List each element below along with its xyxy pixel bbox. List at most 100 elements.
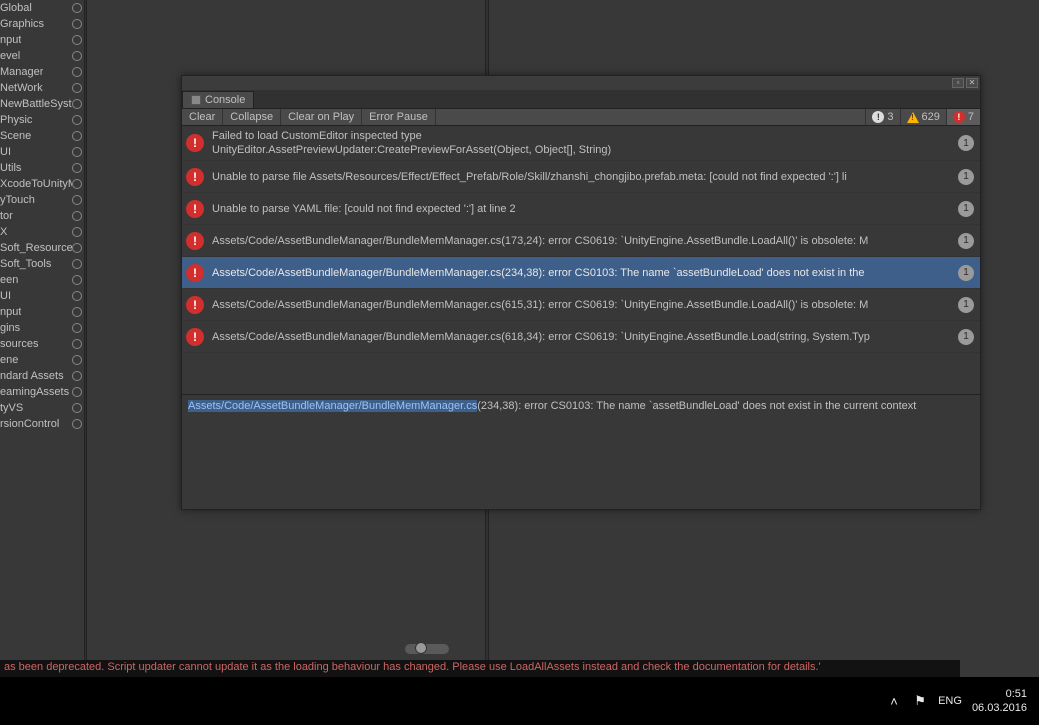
clear-button[interactable]: Clear <box>182 109 223 125</box>
sidebar-item[interactable]: een <box>0 272 84 288</box>
status-bar-error[interactable]: as been deprecated. Script updater canno… <box>0 660 960 677</box>
system-tray: ˄ ⚑ ENG 0:51 06.03.2016 <box>886 677 1039 725</box>
folder-state-icon <box>72 275 82 285</box>
sidebar-item-label: Utils <box>0 162 21 174</box>
error-icon: ! <box>186 328 204 346</box>
clock[interactable]: 0:51 06.03.2016 <box>972 687 1027 715</box>
info-icon: ! <box>872 111 884 123</box>
error-icon: ! <box>953 111 965 123</box>
console-entry[interactable]: !Unable to parse YAML file: [could not f… <box>182 193 980 225</box>
sidebar-item[interactable]: eamingAssets <box>0 384 84 400</box>
sidebar-item[interactable]: tyVS <box>0 400 84 416</box>
error-icon: ! <box>186 296 204 314</box>
warn-count-toggle[interactable]: 629 <box>900 109 946 125</box>
sidebar-item-label: een <box>0 274 18 286</box>
console-entry[interactable]: !Failed to load CustomEditor inspected t… <box>182 126 980 161</box>
console-tab-icon <box>191 95 201 105</box>
folder-state-icon <box>72 243 82 253</box>
windows-taskbar: ˄ ⚑ ENG 0:51 06.03.2016 <box>0 677 1039 725</box>
slider-knob[interactable] <box>415 642 427 654</box>
sidebar-item[interactable]: sources <box>0 336 84 352</box>
sidebar-item[interactable]: Scene <box>0 128 84 144</box>
info-count-toggle[interactable]: ! 3 <box>865 109 899 125</box>
console-entry[interactable]: !Assets/Code/AssetBundleManager/BundleMe… <box>182 257 980 289</box>
sidebar-item-label: Scene <box>0 130 31 142</box>
sidebar-item[interactable]: ndard Assets <box>0 368 84 384</box>
sidebar-item-label: Soft_Tools <box>0 258 51 270</box>
error-count-toggle[interactable]: ! 7 <box>946 109 980 125</box>
console-tabbar: Console <box>182 90 980 108</box>
folder-state-icon <box>72 371 82 381</box>
zoom-slider-area <box>89 640 482 660</box>
sidebar-item[interactable]: NewBattleSyste <box>0 96 84 112</box>
sidebar-item-label: NetWork <box>0 82 43 94</box>
tray-chevron-icon[interactable]: ˄ <box>886 693 902 709</box>
sidebar-item[interactable]: Soft_Resources <box>0 240 84 256</box>
sidebar-item[interactable]: Utils <box>0 160 84 176</box>
sidebar-item[interactable]: nput <box>0 32 84 48</box>
console-entry-text: Assets/Code/AssetBundleManager/BundleMem… <box>212 234 974 248</box>
sidebar-item-label: Graphics <box>0 18 44 30</box>
folder-state-icon <box>72 99 82 109</box>
console-entry-count: 1 <box>958 135 974 151</box>
folder-state-icon <box>72 3 82 13</box>
sidebar-item-label: rsionControl <box>0 418 59 430</box>
folder-state-icon <box>72 419 82 429</box>
folder-state-icon <box>72 51 82 61</box>
console-entry[interactable]: !Assets/Code/AssetBundleManager/BundleMe… <box>182 225 980 257</box>
folder-state-icon <box>72 403 82 413</box>
sidebar-item[interactable]: ene <box>0 352 84 368</box>
detail-rest: (234,38): error CS0103: The name `assetB… <box>477 400 916 412</box>
console-window-titlebar[interactable]: ▫ ✕ <box>182 76 980 90</box>
console-entry[interactable]: !Assets/Code/AssetBundleManager/BundleMe… <box>182 289 980 321</box>
collapse-button[interactable]: Collapse <box>223 109 281 125</box>
error-pause-button[interactable]: Error Pause <box>362 109 436 125</box>
console-entry[interactable]: ! Assets/Code/AssetBundleManager/BundleMe… <box>182 321 980 353</box>
tray-flag-icon[interactable]: ⚑ <box>912 693 928 709</box>
vertical-divider[interactable] <box>84 0 87 660</box>
sidebar-item-label: X <box>0 226 7 238</box>
error-icon: ! <box>186 168 204 186</box>
sidebar-item[interactable]: Soft_Tools <box>0 256 84 272</box>
warn-count: 629 <box>922 111 940 123</box>
sidebar-item[interactable]: Manager <box>0 64 84 80</box>
sidebar-item[interactable]: yTouch <box>0 192 84 208</box>
sidebar-item[interactable]: Graphics <box>0 16 84 32</box>
sidebar-item-label: Manager <box>0 66 43 78</box>
sidebar-item-label: NewBattleSyste <box>0 98 72 110</box>
console-tab[interactable]: Console <box>182 91 254 108</box>
sidebar-item[interactable]: rsionControl <box>0 416 84 432</box>
sidebar-item[interactable]: UI <box>0 144 84 160</box>
sidebar-item-label: Soft_Resources <box>0 242 72 254</box>
language-indicator[interactable]: ENG <box>938 695 962 707</box>
minimize-button[interactable]: ▫ <box>952 78 964 88</box>
folder-state-icon <box>72 323 82 333</box>
console-toolbar: Clear Collapse Clear on Play Error Pause… <box>182 108 980 126</box>
sidebar-item[interactable]: XcodeToUnityMs <box>0 176 84 192</box>
sidebar-item[interactable]: UI <box>0 288 84 304</box>
folder-state-icon <box>72 211 82 221</box>
clear-on-play-button[interactable]: Clear on Play <box>281 109 362 125</box>
sidebar-item[interactable]: evel <box>0 48 84 64</box>
console-entry-text: Failed to load CustomEditor inspected ty… <box>212 129 974 157</box>
detail-file-link[interactable]: Assets/Code/AssetBundleManager/BundleMem… <box>188 400 477 412</box>
sidebar-item[interactable]: Global <box>0 0 84 16</box>
console-entry-text: Assets/Code/AssetBundleManager/BundleMem… <box>212 330 974 344</box>
console-entry[interactable]: !Unable to parse file Assets/Resources/E… <box>182 161 980 193</box>
sidebar-item-label: nput <box>0 306 21 318</box>
close-button[interactable]: ✕ <box>966 78 978 88</box>
sidebar-item-label: Physic <box>0 114 32 126</box>
sidebar-item[interactable]: X <box>0 224 84 240</box>
slider-track <box>405 644 449 654</box>
sidebar-item[interactable]: Physic <box>0 112 84 128</box>
sidebar-item-label: tor <box>0 210 13 222</box>
folder-state-icon <box>72 163 82 173</box>
sidebar-item[interactable]: gins <box>0 320 84 336</box>
sidebar-item[interactable]: NetWork <box>0 80 84 96</box>
folder-state-icon <box>72 67 82 77</box>
folder-state-icon <box>72 115 82 125</box>
sidebar-item[interactable]: tor <box>0 208 84 224</box>
sidebar-item[interactable]: nput <box>0 304 84 320</box>
sidebar-item-label: gins <box>0 322 20 334</box>
folder-state-icon <box>72 339 82 349</box>
